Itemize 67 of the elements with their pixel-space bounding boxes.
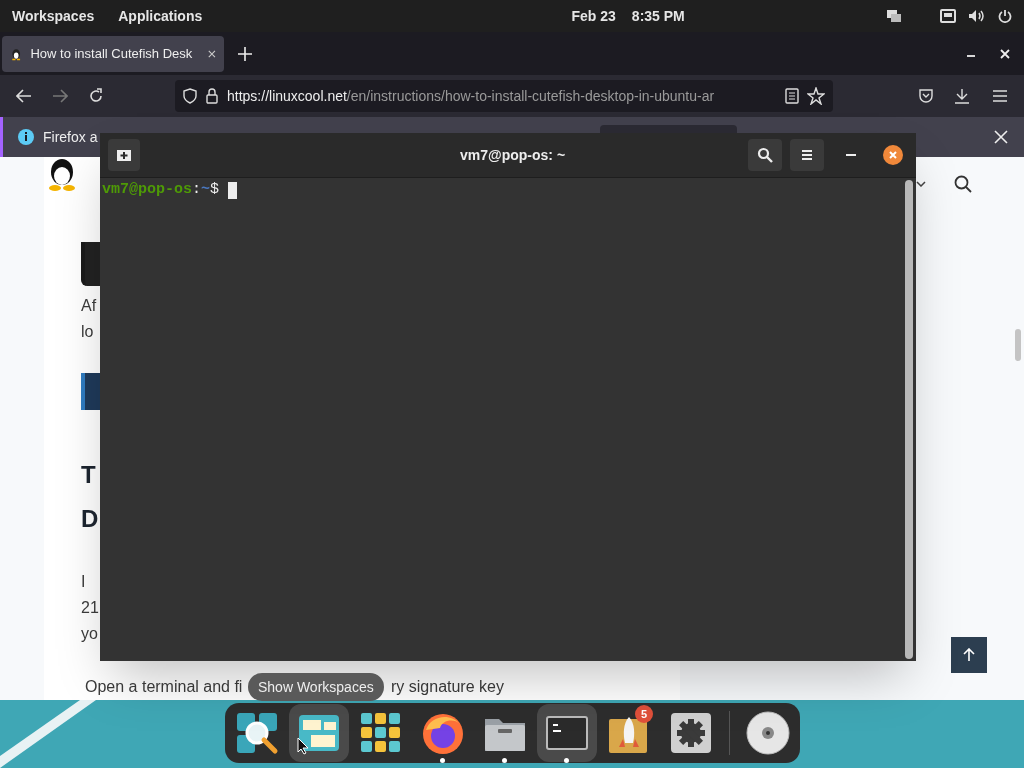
pocket-icon[interactable] [918,88,934,104]
search-icon [757,147,773,163]
display-icon [886,9,902,23]
lock-icon [205,88,219,104]
url-text: https://linuxcool.net/en/instructions/how-to-install-cutefish-desktop-in-ubuntu-ar [227,86,715,106]
menu-icon [801,149,813,161]
shield-icon [183,88,197,104]
app-grid-icon [359,711,403,755]
mouse-cursor-icon [297,737,309,755]
top-bar-menu[interactable]: Applications [118,5,203,27]
clock[interactable]: 8:35 PM [631,5,685,27]
dock-item[interactable]: 5 [599,704,659,762]
dock-item[interactable] [537,704,597,762]
article-heading: D [81,504,100,534]
download-icon[interactable] [954,88,970,104]
notification-count: 5 [635,705,653,723]
volume-icon [968,9,986,23]
dock-item[interactable] [289,704,349,762]
prompt-symbol: $ [210,180,220,200]
text-cursor [228,181,238,199]
browser-tab[interactable]: How to install Cutefish Desk [2,35,224,72]
prompt-path: ~ [201,180,211,200]
article-text: 21 [81,598,100,618]
minimize-icon[interactable] [846,153,856,157]
scrollbar-thumb[interactable] [905,180,913,659]
terminal-body[interactable]: vm7@pop-os:~$ [100,178,905,661]
forward-icon[interactable] [52,89,68,103]
window-title: vm7@pop-os: ~ [460,145,566,165]
article-heading: T [81,460,97,490]
article-text: lo [81,322,95,343]
new-tab-icon[interactable] [238,46,252,61]
network-icon [940,9,956,23]
info-icon [17,128,35,146]
menu-icon[interactable] [992,89,1008,103]
reload-icon[interactable] [88,88,104,104]
date[interactable]: Feb 23 [571,5,616,27]
tab-title: How to install Cutefish Desk [30,44,193,63]
top-bar-menu[interactable]: Workspaces [12,5,95,27]
back-icon[interactable] [16,89,32,103]
prompt-user-host: vm7@pop-os [102,180,192,200]
gear-icon [669,711,713,755]
star-icon[interactable] [807,87,825,105]
power-icon [998,9,1012,23]
article-banner [81,373,101,410]
magnifier-icon [235,711,279,755]
article-text: yo [81,624,99,644]
search-icon[interactable] [954,175,972,193]
scroll-to-top-button[interactable] [951,637,987,673]
article-text: Open a terminal and fi [84,677,244,697]
article-image [81,242,101,287]
menu-button[interactable] [790,139,824,171]
arrow-up-icon [963,648,975,662]
reader-view-icon[interactable] [785,88,799,104]
close-icon[interactable] [882,144,904,166]
add-tab-icon [117,149,131,161]
article-text: ry signature key [391,677,504,697]
scrollbar-thumb[interactable] [1015,329,1021,361]
chevron-down-icon[interactable] [916,181,926,187]
prompt-separator: : [192,180,202,200]
article-text: I [81,572,87,592]
notification-text: Firefox a [43,127,98,147]
search-button[interactable] [748,139,782,171]
new-tab-button[interactable] [108,139,140,171]
tooltip: Show Workspaces [248,673,384,701]
address-bar[interactable]: https://linuxcool.net/en/instructions/how-to-install-cutefish-desktop-in-ubuntu-ar [175,80,833,112]
disc-icon [745,710,791,756]
article-text: Af [81,296,98,317]
